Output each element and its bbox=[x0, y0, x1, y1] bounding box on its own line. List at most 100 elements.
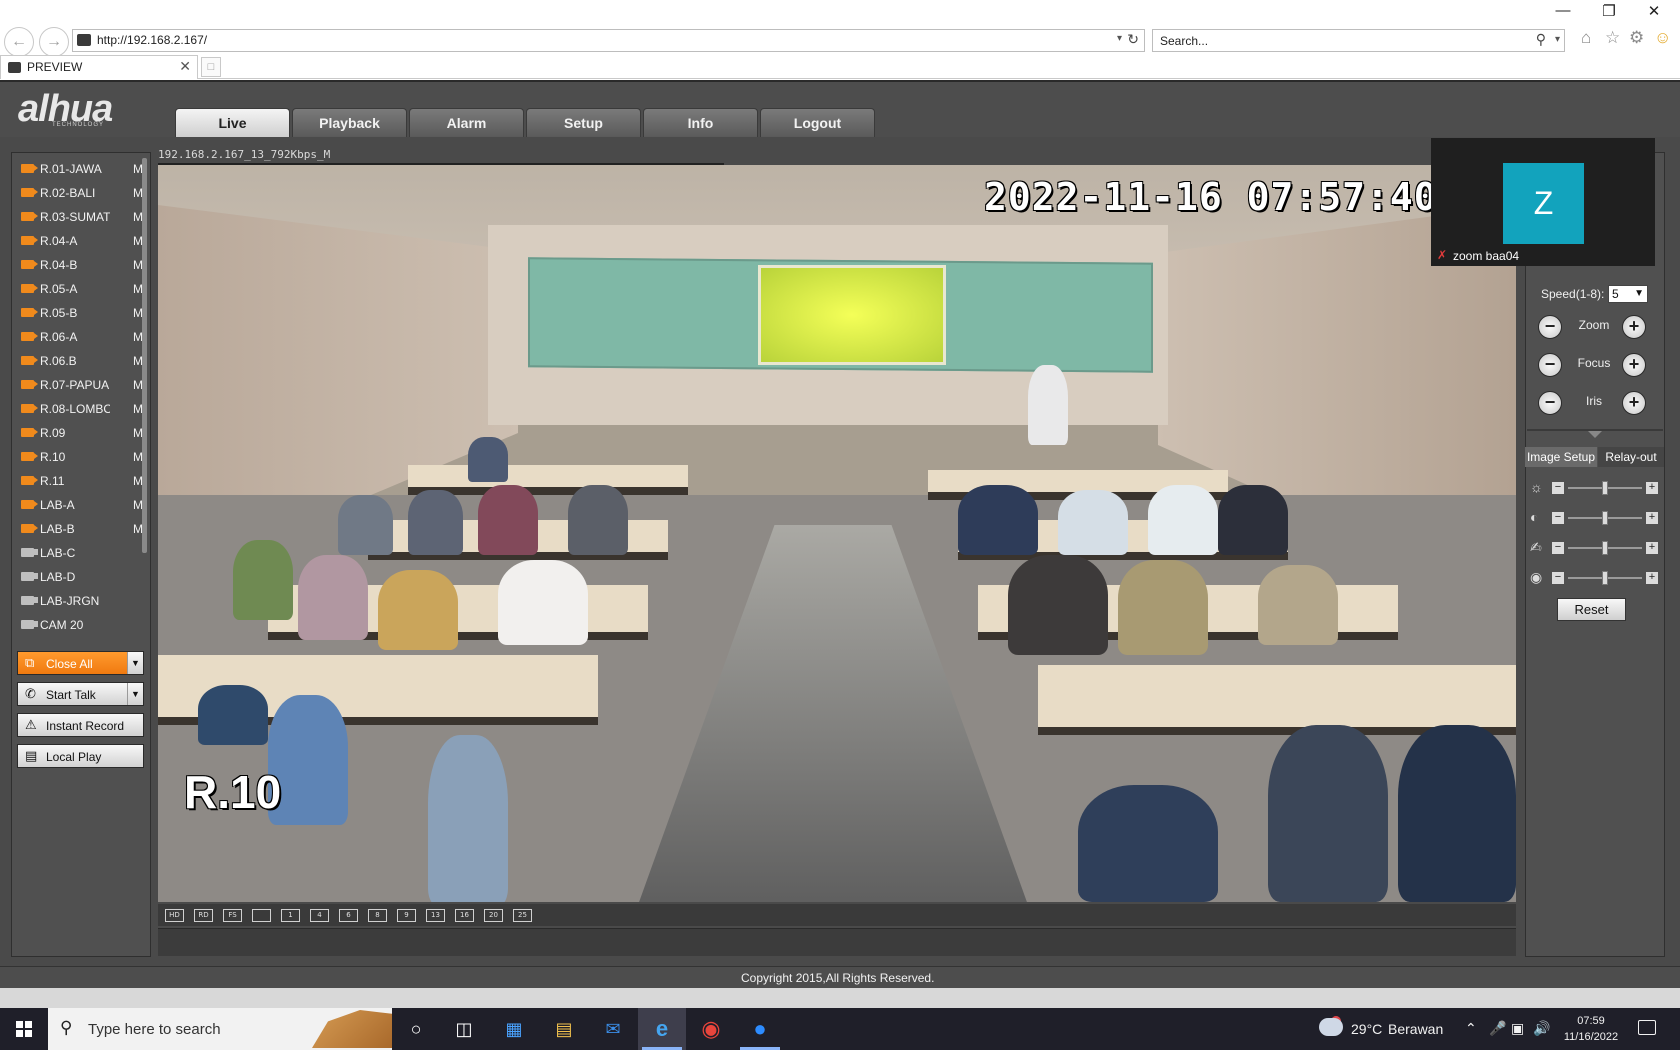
camera-item[interactable]: R.03-SUMAT M bbox=[14, 205, 150, 229]
focus-plus-button[interactable]: + bbox=[1622, 353, 1646, 377]
contrast-minus-button[interactable]: − bbox=[1552, 512, 1564, 524]
file-explorer-icon[interactable]: ▤ bbox=[548, 1014, 580, 1044]
weather-desc[interactable]: Berawan bbox=[1388, 1021, 1443, 1037]
camera-item[interactable]: R.05-A M bbox=[14, 277, 150, 301]
hue-minus-button[interactable]: − bbox=[1552, 572, 1564, 584]
close-all-dropdown-icon[interactable]: ▼ bbox=[127, 652, 143, 674]
camera-list-scrollbar[interactable] bbox=[142, 158, 147, 553]
camera-item[interactable]: R.09 M bbox=[14, 421, 150, 445]
tab-image-setup[interactable]: Image Setup bbox=[1525, 447, 1597, 467]
weather-temp[interactable]: 29°C bbox=[1351, 1021, 1382, 1037]
layout-grid-icon[interactable]: HD bbox=[165, 909, 184, 922]
zoom-app-icon[interactable]: ● bbox=[744, 1014, 776, 1044]
microphone-icon[interactable]: 🎤 bbox=[1489, 1020, 1506, 1037]
taskbar-search-box[interactable]: ⚲ Type here to search bbox=[48, 1008, 392, 1050]
saturation-minus-button[interactable]: − bbox=[1552, 542, 1564, 554]
camera-item[interactable]: R.08-LOMBO M bbox=[14, 397, 150, 421]
start-talk-dropdown-icon[interactable]: ▼ bbox=[127, 683, 143, 705]
instant-record-button[interactable]: ⚠ Instant Record bbox=[17, 713, 144, 737]
close-tab-icon[interactable]: ✕ bbox=[179, 58, 191, 75]
local-play-button[interactable]: ▤ Local Play bbox=[17, 744, 144, 768]
camera-item[interactable]: R.07-PAPUA M bbox=[14, 373, 150, 397]
internet-explorer-icon[interactable]: e bbox=[646, 1014, 678, 1044]
collapse-arrow-icon[interactable] bbox=[1588, 431, 1602, 438]
start-button[interactable] bbox=[0, 1008, 48, 1050]
camera-item[interactable]: R.11 M bbox=[14, 469, 150, 493]
layout-grid-icon[interactable]: 20 bbox=[484, 909, 503, 922]
focus-minus-button[interactable]: − bbox=[1538, 353, 1562, 377]
camera-item[interactable]: R.04-A M bbox=[14, 229, 150, 253]
speed-select[interactable]: 5 ▼ bbox=[1608, 285, 1648, 303]
brightness-minus-button[interactable]: − bbox=[1552, 482, 1564, 494]
tab-info[interactable]: Info bbox=[643, 108, 758, 137]
forward-button[interactable]: → bbox=[39, 27, 69, 57]
tab-live[interactable]: Live bbox=[175, 108, 290, 137]
contrast-slider[interactable]: ◐ − + bbox=[1528, 509, 1662, 527]
camera-item[interactable]: LAB-C bbox=[14, 541, 150, 565]
zoom-minus-button[interactable]: − bbox=[1538, 315, 1562, 339]
address-bar[interactable]: http://192.168.2.167/ ▾ ↻ bbox=[72, 29, 1145, 52]
back-button[interactable]: ← bbox=[4, 27, 34, 57]
saturation-plus-button[interactable]: + bbox=[1646, 542, 1658, 554]
layout-grid-icon[interactable]: 1 bbox=[281, 909, 300, 922]
tab-playback[interactable]: Playback bbox=[292, 108, 407, 137]
chrome-icon[interactable]: ◉ bbox=[695, 1014, 727, 1044]
iris-plus-button[interactable]: + bbox=[1622, 391, 1646, 415]
tab-setup[interactable]: Setup bbox=[526, 108, 641, 137]
close-window-icon[interactable]: ✕ bbox=[1634, 2, 1674, 20]
camera-item[interactable]: R.02-BALI M bbox=[14, 181, 150, 205]
system-clock[interactable]: 07:59 11/16/2022 bbox=[1555, 1013, 1627, 1045]
search-icon[interactable]: ⚲ bbox=[1536, 31, 1546, 48]
camera-item[interactable]: LAB-A M bbox=[14, 493, 150, 517]
camera-list[interactable]: R.01-JAWA M R.02-BALI M R.03-SUMAT M R.04-A M R.… bbox=[14, 157, 150, 631]
camera-item[interactable]: LAB-D bbox=[14, 565, 150, 589]
home-icon[interactable]: ⌂ bbox=[1581, 28, 1591, 48]
hue-thumb[interactable] bbox=[1602, 571, 1608, 585]
reset-button[interactable]: Reset bbox=[1557, 598, 1626, 621]
mail-icon[interactable]: ✉ bbox=[597, 1014, 629, 1044]
cortana-icon[interactable]: ○ bbox=[400, 1014, 432, 1044]
zoom-plus-button[interactable]: + bbox=[1622, 315, 1646, 339]
camera-item[interactable]: R.10 M bbox=[14, 445, 150, 469]
start-talk-button[interactable]: ✆ Start Talk ▼ bbox=[17, 682, 144, 706]
camera-item[interactable]: R.05-B M bbox=[14, 301, 150, 325]
network-icon[interactable]: ▣ bbox=[1511, 1020, 1524, 1037]
tab-relay-out[interactable]: Relay-out bbox=[1598, 447, 1664, 467]
volume-icon[interactable]: 🔊 bbox=[1533, 1020, 1550, 1037]
minimize-icon[interactable]: — bbox=[1543, 2, 1583, 19]
settings-gear-icon[interactable]: ⚙ bbox=[1629, 28, 1644, 48]
saturation-thumb[interactable] bbox=[1602, 541, 1608, 555]
browser-tab-preview[interactable]: PREVIEW ✕ bbox=[0, 55, 198, 79]
zoom-video-overlay[interactable]: Z ✗ zoom baa04 bbox=[1431, 138, 1655, 266]
camera-item[interactable]: LAB-JRGN bbox=[14, 589, 150, 613]
layout-grid-icon[interactable]: 8 bbox=[368, 909, 387, 922]
weather-cloud-icon[interactable] bbox=[1319, 1018, 1343, 1036]
layout-grid-icon[interactable]: FS bbox=[223, 909, 242, 922]
layout-grid-icon[interactable]: 16 bbox=[455, 909, 474, 922]
layout-grid-icon[interactable]: 9 bbox=[397, 909, 416, 922]
layout-grid-icon[interactable]: 4 bbox=[310, 909, 329, 922]
search-dropdown-icon[interactable]: ▾ bbox=[1555, 34, 1560, 45]
layout-grid-icon[interactable] bbox=[252, 909, 271, 922]
brightness-plus-button[interactable]: + bbox=[1646, 482, 1658, 494]
layout-grid-icon[interactable]: 25 bbox=[513, 909, 532, 922]
camera-item[interactable]: R.04-B M bbox=[14, 253, 150, 277]
contrast-plus-button[interactable]: + bbox=[1646, 512, 1658, 524]
favorites-star-icon[interactable]: ☆ bbox=[1605, 28, 1620, 48]
layout-grid-icon[interactable]: RD bbox=[194, 909, 213, 922]
live-video-feed[interactable]: 2022-11-16 07:57:40 R.10 bbox=[158, 165, 1516, 902]
browser-search-input[interactable]: Search... ⚲ ▾ bbox=[1152, 29, 1565, 52]
tab-alarm[interactable]: Alarm bbox=[409, 108, 524, 137]
contrast-thumb[interactable] bbox=[1602, 511, 1608, 525]
iris-minus-button[interactable]: − bbox=[1538, 391, 1562, 415]
hue-slider[interactable]: ◉ − + bbox=[1528, 569, 1662, 587]
layout-grid-icon[interactable]: 13 bbox=[426, 909, 445, 922]
new-tab-button[interactable]: □ bbox=[201, 57, 221, 77]
notification-icon[interactable] bbox=[1638, 1020, 1656, 1035]
camera-item[interactable]: R.06-A M bbox=[14, 325, 150, 349]
address-dropdown-icon[interactable]: ▾ bbox=[1117, 33, 1122, 44]
tray-chevron-up-icon[interactable]: ⌃ bbox=[1465, 1020, 1477, 1037]
camera-item[interactable]: CAM 20 bbox=[14, 613, 150, 631]
hue-plus-button[interactable]: + bbox=[1646, 572, 1658, 584]
close-all-button[interactable]: ⧉ Close All ▼ bbox=[17, 651, 144, 675]
